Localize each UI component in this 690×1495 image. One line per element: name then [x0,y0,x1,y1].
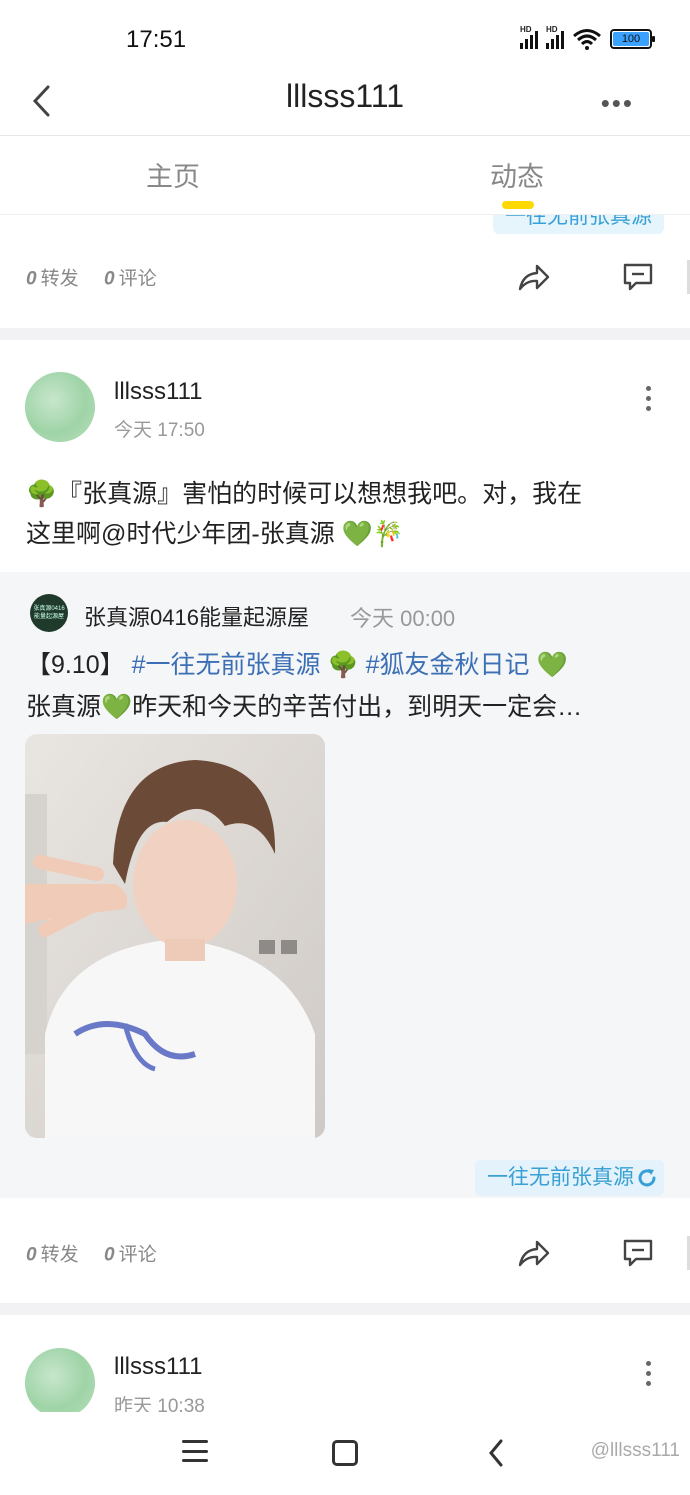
source-avatar[interactable]: 张真源0416 能量起源屋 [30,594,68,632]
repost-number: 0 [26,268,37,290]
heart-emoji: 💚 [536,651,568,679]
source-name[interactable]: 张真源0416能量起源屋 [84,600,309,632]
topic-chip-label: 一往无前张真源 [487,1166,634,1189]
post-divider-2 [0,1303,690,1315]
avatar[interactable] [25,372,95,442]
post-actions-2: 0 转发 0 评论 [0,1198,690,1308]
share-icon[interactable] [517,1238,551,1268]
tree-emoji: 🌳 [327,651,359,679]
repost-text: 【9.10】 #一往无前张真源 🌳 #狐友金秋日记 💚 张真源💚昨天和今天的辛苦… [26,644,666,728]
post-text-line2: 这里啊@时代少年团-张真源 💚🎋 [26,520,404,548]
page-title: lllsss111 [286,78,404,114]
topic-chip-repost[interactable]: 一往无前张真源 [475,1160,664,1196]
date-tag: 【9.10】 [26,651,125,679]
battery-icon: 100 [610,29,655,49]
hashtag-link-2[interactable]: #狐友金秋日记 [366,651,530,679]
repost-label-2: 转发 [40,1244,79,1266]
status-bar: 17:51 HD HD 100 [0,0,690,70]
battery-level: 100 [613,32,649,46]
hashtag-link[interactable]: #一往无前张真源 [132,651,321,679]
more-icon[interactable]: ••• [601,88,634,119]
repost-text-line2: 张真源💚昨天和今天的辛苦付出，到明天一定会… [26,693,583,721]
post-actions: 0 转发 0 评论 [0,222,690,332]
source-time: 今天 00:00 [350,606,456,631]
watermark: @lllsss111 [590,1440,680,1461]
status-icons: HD HD 100 [520,25,655,50]
comment-number: 0 [104,268,115,290]
repost-label: 转发 [40,268,79,290]
post-divider [0,328,690,340]
post-photo[interactable] [25,734,325,1138]
tab-dynamic[interactable]: 动态 [490,155,544,194]
menu-icon[interactable] [182,1440,208,1462]
signal-icon: HD [520,25,538,49]
post-time: 今天 17:50 [114,420,205,441]
comment-count[interactable]: 0 评论 [104,264,157,291]
post-more-icon[interactable] [646,386,652,411]
comment-label-2: 评论 [118,1244,157,1266]
post-text-line1: 🌳『张真源』害怕的时候可以想想我吧。对，我在 [26,480,583,508]
wifi-icon [573,29,601,50]
comment-count-2[interactable]: 0 评论 [104,1240,157,1267]
refresh-icon [638,1169,656,1187]
comment-icon[interactable] [622,262,654,292]
post-username[interactable]: lllsss111 [114,378,202,406]
next-post-username[interactable]: lllsss111 [114,1353,202,1381]
repost-number-2: 0 [26,1244,37,1266]
repost-count-2[interactable]: 0 转发 [26,1240,79,1267]
system-nav-bar: @lllsss111 [0,1412,690,1495]
comment-label: 评论 [118,268,157,290]
comment-icon[interactable] [622,1238,654,1268]
back-nav-icon[interactable] [486,1438,506,1468]
post-text: 🌳『张真源』害怕的时候可以想想我吧。对，我在 这里啊@时代少年团-张真源 💚🎋 [26,474,666,554]
hd-label: HD [520,25,532,34]
hd-label-2: HD [546,25,558,34]
tab-bar: 主页 动态 [0,137,690,215]
tab-home[interactable]: 主页 [146,155,200,194]
avatar-next[interactable] [25,1348,95,1418]
signal-icon-2: HD [546,25,564,49]
home-icon[interactable] [332,1440,358,1466]
status-time: 17:51 [126,26,187,53]
repost-count[interactable]: 0 转发 [26,264,79,291]
reposted-content[interactable]: 张真源0416 能量起源屋 张真源0416能量起源屋 今天 00:00 【9.1… [0,572,690,1214]
share-icon[interactable] [517,262,551,292]
next-post-more-icon[interactable] [646,1361,652,1386]
nav-bar: lllsss111 ••• [0,70,690,136]
comment-number-2: 0 [104,1244,115,1266]
tab-indicator [502,201,534,209]
